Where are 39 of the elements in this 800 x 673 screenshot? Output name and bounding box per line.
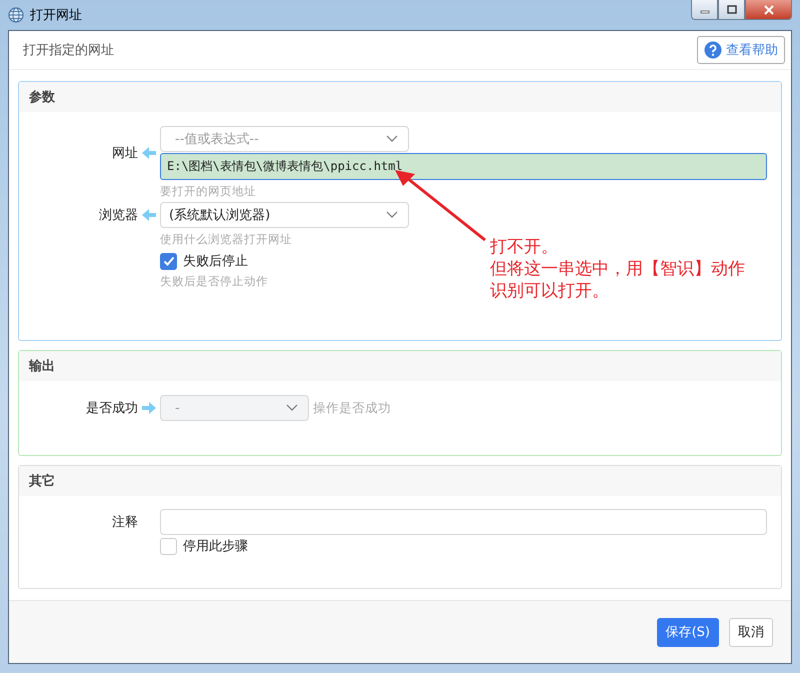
annotation-text: 打不开。 但将这一串选中，用【智识】动作 识别可以打开。 [490, 236, 745, 302]
dialog-description: 打开指定的网址 [23, 42, 114, 59]
help-button[interactable]: 查看帮助 [697, 36, 785, 64]
url-input-field[interactable]: E:\图档\表情包\微博表情包\ppicc.html [160, 153, 767, 180]
window-title: 打开网址 [30, 7, 82, 24]
section-title: 参数 [29, 89, 55, 106]
chevron-down-icon [386, 135, 398, 143]
help-icon [704, 41, 722, 59]
checkbox[interactable] [160, 252, 177, 270]
chevron-down-icon [286, 404, 298, 412]
checkbox[interactable] [160, 538, 177, 554]
field-label: 网址 [112, 145, 138, 162]
field-hint: 使用什么浏览器打开网址 [160, 231, 292, 248]
left-arrow-icon [142, 147, 156, 159]
save-button[interactable]: 保存(S) [656, 618, 719, 646]
comment-input-field[interactable] [160, 509, 767, 535]
close-icon [762, 4, 774, 14]
close-button[interactable] [745, 0, 792, 20]
checkbox-label: 失败后停止 [183, 253, 248, 270]
maximize-button[interactable] [718, 0, 745, 20]
browser-dropdown[interactable]: (系统默认浏览器) [160, 202, 409, 228]
left-arrow-icon [142, 209, 156, 221]
section-title: 其它 [29, 472, 55, 490]
cancel-button[interactable]: 取消 [729, 618, 773, 646]
result-dropdown[interactable]: - [160, 395, 309, 421]
field-label: 注释 [112, 514, 138, 531]
field-label: 是否成功 [86, 400, 138, 417]
right-arrow-icon [142, 402, 156, 414]
field-hint: 操作是否成功 [312, 400, 391, 416]
minimize-button[interactable] [691, 0, 718, 20]
field-hint: 失败后是否停止动作 [160, 273, 268, 290]
expression-dropdown[interactable]: --值或表达式-- [160, 126, 409, 152]
section-title: 输出 [29, 358, 55, 375]
maximize-icon [726, 4, 736, 14]
field-hint: 要打开的网页地址 [160, 183, 256, 200]
globe-icon [8, 7, 24, 23]
chevron-down-icon [386, 211, 398, 219]
field-label: 浏览器 [99, 207, 138, 224]
checkbox-label: 停用此步骤 [183, 538, 248, 555]
